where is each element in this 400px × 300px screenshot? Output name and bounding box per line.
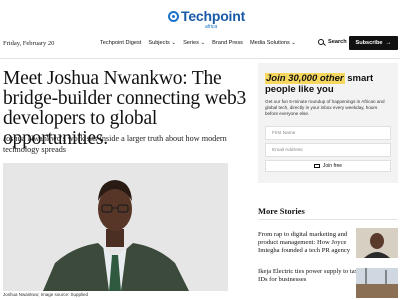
portrait-illustration [3, 163, 228, 291]
story-thumbnail-image [356, 228, 398, 258]
story-thumbnail-image [356, 268, 398, 298]
top-nav: Friday, February 20 Techpoint Digest Sub… [0, 36, 400, 54]
site-logo[interactable]: Techpoint [168, 8, 245, 24]
story-link[interactable]: From rap to digital marketing and produc… [258, 231, 358, 255]
subscribe-label: Subscribe [355, 40, 383, 46]
signup-description: Get our fun 5-minute roundup of happenin… [265, 99, 385, 116]
signup-title-highlight: Join 30,000 other [265, 73, 345, 84]
nav-link-techpoint-digest[interactable]: Techpoint Digest [100, 40, 141, 46]
search-icon [318, 39, 324, 45]
story-link[interactable]: Ikeja Electric ties power supply to tax … [258, 268, 358, 284]
logo-subtitle: africa [205, 24, 218, 30]
subscribe-button[interactable]: Subscribe → [349, 36, 398, 50]
search-button[interactable]: Search [318, 39, 347, 45]
story-thumbnail[interactable] [356, 228, 398, 258]
nav-link-series[interactable]: Series ⌄ [183, 40, 205, 46]
article-dek: Joshua Nwankwo's work sits inside a larg… [3, 134, 227, 154]
logo-text: Techpoint [181, 8, 246, 24]
header-divider [0, 58, 400, 59]
story-thumbnail[interactable] [356, 268, 398, 298]
first-name-field[interactable]: First Name [265, 126, 391, 140]
site-header: Techpoint africa [0, 6, 400, 30]
envelope-icon [313, 164, 320, 168]
image-caption: Joshua Nwankwo; Image source: Supplied [3, 292, 89, 297]
more-stories-divider [258, 219, 398, 220]
join-free-label: Join free [322, 163, 343, 169]
nav-link-subjects[interactable]: Subjects ⌄ [148, 40, 176, 46]
article-hero-image [3, 163, 228, 291]
nav-link-media-solutions[interactable]: Media Solutions ⌄ [250, 40, 296, 46]
nav-link-brand-press[interactable]: Brand Press [212, 40, 243, 46]
email-field[interactable]: Email Address [265, 143, 391, 157]
signup-title: Join 30,000 other smart people like you [265, 73, 395, 95]
join-free-button[interactable]: Join free [265, 160, 391, 172]
search-label: Search [328, 39, 347, 45]
arrow-right-icon: → [385, 40, 392, 46]
current-date: Friday, February 20 [3, 40, 55, 47]
more-stories-heading: More Stories [258, 206, 305, 216]
nav-links: Techpoint Digest Subjects ⌄ Series ⌄ Bra… [100, 40, 303, 46]
logo-icon [168, 10, 179, 22]
